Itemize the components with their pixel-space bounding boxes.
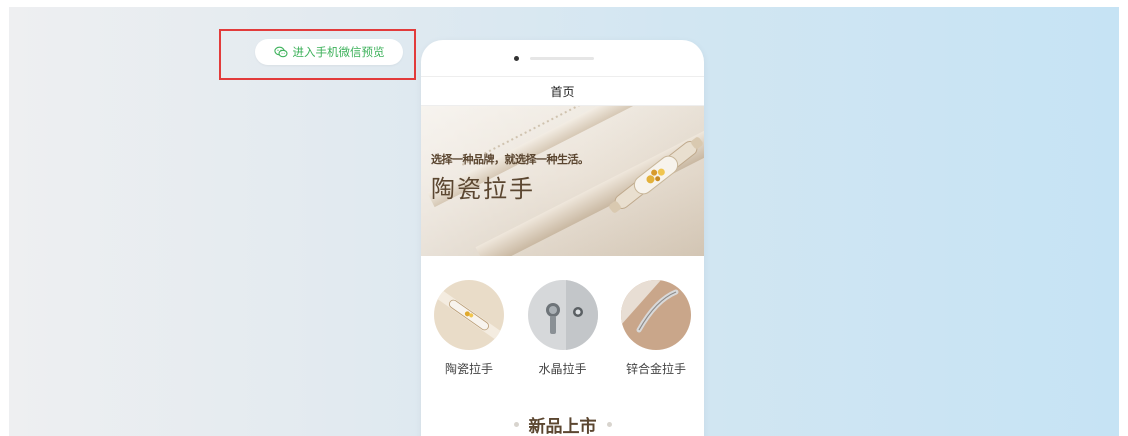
category-item-ceramic[interactable]: 陶瓷拉手 [434,280,504,377]
category-item-crystal[interactable]: 水晶拉手 [527,280,598,377]
decor-dot [606,422,612,427]
nav-bar: 首页 [421,76,704,106]
category-list: 陶瓷拉手 水晶拉手 锌合金拉手 [421,280,704,377]
banner-slogan: 选择一种品牌，就选择一种生活。 [431,153,589,166]
banner[interactable]: 选择一种品牌，就选择一种生活。 陶瓷拉手 [421,106,704,256]
phone-top-bezel [421,40,704,76]
category-label: 水晶拉手 [538,362,587,376]
banner-title: 陶瓷拉手 [431,175,535,203]
phone-mockup: 首页 选择一种品牌，就选择一种生活。 陶瓷拉手 陶瓷拉手 水晶拉手 锌合金拉手 … [421,40,704,436]
wechat-icon [273,46,288,58]
category-item-zinc-alloy[interactable]: 锌合金拉手 [621,280,691,377]
section-title-text: 新品上市 [528,417,597,436]
category-label: 锌合金拉手 [625,362,686,376]
decor-dot [513,422,519,427]
zinc-alloy-handle-image [621,280,691,350]
phone-speaker [530,57,594,60]
ceramic-handle-image [434,280,504,350]
crystal-handle-image [527,280,598,350]
ceramic-handle-image [609,137,703,213]
wechat-preview-button[interactable]: 进入手机微信预览 [255,39,403,65]
page-title: 首页 [550,84,575,99]
section-title-new-arrivals: 新品上市 [421,412,704,436]
wechat-preview-label: 进入手机微信预览 [292,45,385,59]
category-label: 陶瓷拉手 [444,362,493,376]
phone-camera [514,56,519,61]
